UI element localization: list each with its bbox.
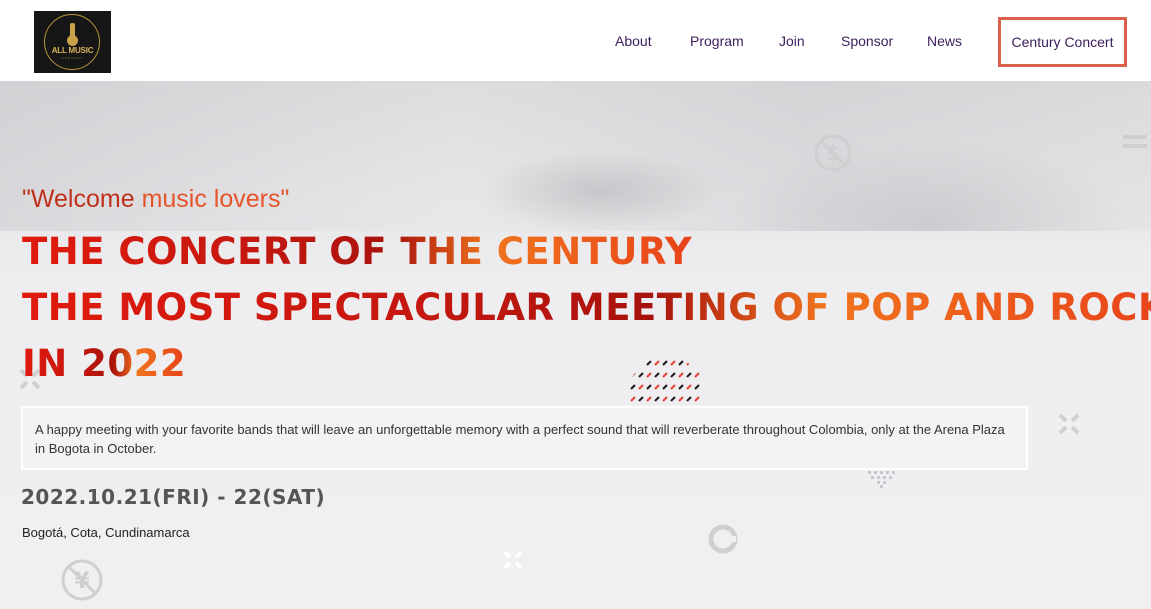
hero-section: $ ¥ "Welcome music lovers" THE CONCERT O… — [0, 81, 1151, 609]
century-concert-button[interactable]: Century Concert — [998, 17, 1127, 67]
dots-pattern — [630, 360, 700, 402]
dots-pattern — [868, 471, 895, 488]
nav-item-news[interactable]: News — [927, 33, 962, 49]
dollar-icon: $ — [814, 134, 852, 172]
event-location: Bogotá, Cota, Cundinamarca — [22, 525, 190, 540]
nav-item-about[interactable]: About — [615, 33, 652, 49]
nav-item-sponsor[interactable]: Sponsor — [841, 33, 893, 49]
nav-item-join[interactable]: Join — [779, 33, 805, 49]
nav-item-program[interactable]: Program — [690, 33, 744, 49]
headline-line-3: IN 2022 — [22, 342, 187, 385]
headline-line-1: THE CONCERT OF THE CENTURY — [22, 230, 693, 273]
equals-icon — [1123, 135, 1147, 148]
event-description: A happy meeting with your favorite bands… — [21, 406, 1028, 470]
cross-icon — [503, 550, 523, 570]
guitar-icon — [67, 23, 78, 46]
headline-line-2: THE MOST SPECTACULAR MEETING OF POP AND … — [22, 289, 1151, 326]
cross-icon — [1058, 413, 1080, 435]
logo-text: ALL MUSIC — [51, 46, 94, 55]
logo-subtext: CONCERT — [61, 56, 84, 60]
welcome-accent: music lovers" — [141, 185, 290, 213]
site-header: ALL MUSIC CONCERT About Program Join Spo… — [0, 0, 1151, 81]
yen-icon: ¥ — [61, 559, 103, 601]
event-date: 2022.10.21(FRI) - 22(SAT) — [21, 485, 326, 509]
site-logo[interactable]: ALL MUSIC CONCERT — [34, 11, 111, 73]
welcome-prefix: "Welcome — [22, 185, 142, 213]
copyright-icon — [708, 524, 738, 554]
welcome-text: "Welcome music lovers" — [22, 185, 289, 214]
